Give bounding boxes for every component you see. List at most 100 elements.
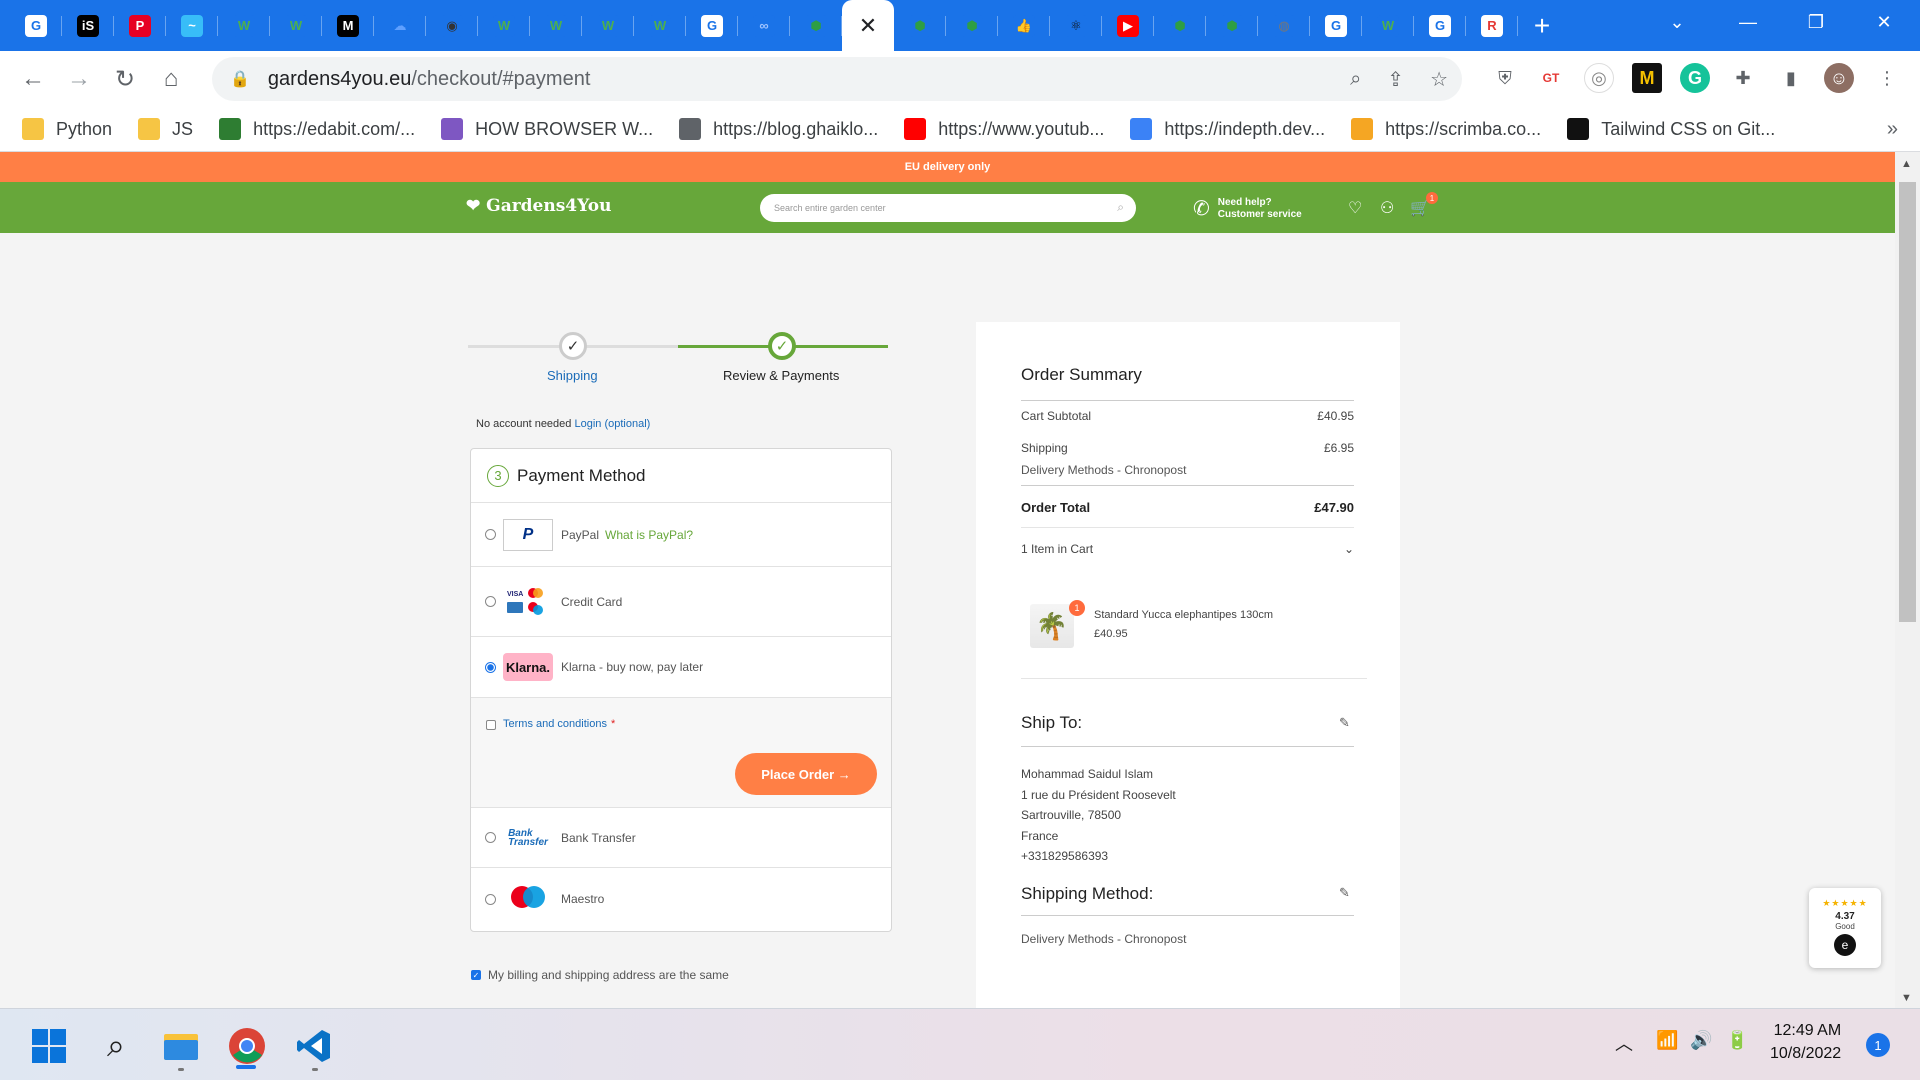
browser-tab[interactable]: ⬢ [1206, 0, 1258, 51]
scrollbar-thumb[interactable] [1899, 182, 1916, 622]
payment-option-credit-card[interactable]: VISA Credit Card [471, 567, 891, 637]
site-logo[interactable]: ❤ Gardens4You [466, 196, 611, 216]
extensions-puzzle-icon[interactable]: ✚ [1728, 63, 1758, 93]
browser-tab[interactable]: ⬢ [1154, 0, 1206, 51]
terms-link[interactable]: Terms and conditions [503, 718, 607, 730]
vscode-icon[interactable] [292, 1024, 336, 1068]
payment-option-klarna[interactable]: Klarna. Klarna - buy now, pay later [471, 637, 891, 698]
grammarly-icon[interactable]: G [1680, 63, 1710, 93]
bookmark-item[interactable]: https://indepth.dev... [1130, 118, 1325, 140]
system-clock[interactable]: 12:49 AM 10/8/2022 [1770, 1019, 1841, 1065]
close-tab-icon[interactable]: ✕ [859, 13, 877, 39]
browser-tab[interactable]: W [218, 0, 270, 51]
bookmark-item[interactable]: https://scrimba.co... [1351, 118, 1541, 140]
payment-option-bank-transfer[interactable]: Bank Transfer Bank Transfer [471, 808, 891, 868]
wishlist-heart-icon[interactable]: ♡ [1348, 198, 1362, 218]
notification-badge[interactable]: 1 [1866, 1033, 1890, 1057]
items-in-cart-toggle[interactable]: 1 Item in Cart ⌄ [1021, 542, 1354, 556]
browser-tab[interactable]: iS [62, 0, 114, 51]
bookmark-item[interactable]: https://blog.ghaiklo... [679, 118, 878, 140]
customer-service-link[interactable]: ✆ Need help? Customer service [1193, 196, 1302, 221]
forward-icon[interactable]: → [56, 56, 102, 102]
profile-avatar[interactable]: ☺ [1824, 63, 1854, 93]
browser-tab[interactable]: G [10, 0, 62, 51]
shield-extension-icon[interactable]: ⛨ [1490, 63, 1520, 93]
browser-tab[interactable]: ⬢ [894, 0, 946, 51]
browser-tab[interactable]: ◍ [1258, 0, 1310, 51]
chevron-down-icon[interactable]: ⌄ [1344, 542, 1354, 556]
trust-rating-badge[interactable]: ★★★★★ 4.37 Good e [1809, 888, 1881, 968]
battery-icon[interactable]: 🔋 [1726, 1030, 1748, 1051]
translate-extension-icon[interactable]: GT [1536, 63, 1566, 93]
site-search-input[interactable]: Search entire garden center ⌕ [760, 194, 1136, 222]
star-icon[interactable]: ☆ [1430, 67, 1448, 92]
paypal-radio[interactable] [485, 529, 496, 540]
browser-tab[interactable]: G [1414, 0, 1466, 51]
volume-icon[interactable]: 🔊 [1690, 1030, 1712, 1051]
url-text[interactable]: gardens4you.eu/checkout/#payment [268, 68, 590, 91]
edit-ship-to-pencil-icon[interactable]: ✎ [1339, 715, 1350, 731]
scroll-up-arrow-icon[interactable]: ▲ [1901, 158, 1912, 170]
shipping-step-check-icon[interactable]: ✓ [559, 332, 587, 360]
klarna-radio[interactable] [485, 661, 496, 673]
restore-button[interactable]: ❐ [1782, 0, 1850, 45]
bookmark-item[interactable]: JS [138, 118, 193, 140]
edit-shipping-method-pencil-icon[interactable]: ✎ [1339, 885, 1350, 901]
target-extension-icon[interactable]: ◎ [1584, 63, 1614, 93]
browser-tab[interactable]: ◉ [426, 0, 478, 51]
what-is-paypal-link[interactable]: What is PayPal? [605, 528, 693, 542]
omnibox[interactable]: 🔒 gardens4you.eu/checkout/#payment ⌕ ⇪ ☆ [212, 57, 1462, 101]
browser-tab[interactable]: 👍 [998, 0, 1050, 51]
browser-tab[interactable]: W [1362, 0, 1414, 51]
terms-checkbox[interactable] [486, 720, 496, 730]
windows-start-icon[interactable] [27, 1024, 71, 1068]
bookmark-item[interactable]: HOW BROWSER W... [441, 118, 653, 140]
browser-tab[interactable]: W [478, 0, 530, 51]
step-shipping-link[interactable]: Shipping [547, 368, 598, 383]
browser-tab[interactable]: ☁ [374, 0, 426, 51]
account-user-icon[interactable]: ⚇ [1380, 198, 1394, 218]
menu-kebab-icon[interactable]: ⋮ [1872, 63, 1902, 93]
home-icon[interactable]: ⌂ [148, 56, 194, 102]
minimize-button[interactable]: — [1714, 0, 1782, 45]
browser-tab[interactable]: ⚛ [1050, 0, 1102, 51]
search-icon[interactable]: ⌕ [94, 1024, 138, 1068]
bank-transfer-radio[interactable] [485, 832, 496, 843]
browser-tab[interactable]: W [530, 0, 582, 51]
maestro-radio[interactable] [485, 893, 496, 905]
reload-icon[interactable]: ↻ [102, 56, 148, 102]
browser-tab[interactable]: W [270, 0, 322, 51]
back-icon[interactable]: ← [10, 56, 56, 102]
login-link[interactable]: Login [574, 418, 601, 430]
wifi-icon[interactable]: 📶 [1656, 1030, 1678, 1051]
browser-tab[interactable]: ▶ [1102, 0, 1154, 51]
bookmark-item[interactable]: Python [22, 118, 112, 140]
page-scrollbar[interactable]: ▲ ▼ [1895, 152, 1920, 1008]
place-order-button[interactable]: Place Order → [735, 753, 877, 795]
chrome-icon[interactable] [225, 1024, 269, 1068]
browser-tab[interactable]: ~ [166, 0, 218, 51]
payment-option-maestro[interactable]: Maestro [471, 868, 891, 930]
new-tab-button[interactable]: + [1518, 0, 1566, 51]
payment-option-paypal[interactable]: P PayPal What is PayPal? [471, 503, 891, 567]
file-explorer-icon[interactable] [159, 1024, 203, 1068]
close-window-button[interactable]: ✕ [1850, 0, 1918, 45]
bookmarks-overflow-icon[interactable]: » [1887, 118, 1898, 141]
browser-tab[interactable]: ∞ [738, 0, 790, 51]
bookmark-item[interactable]: https://edabit.com/... [219, 118, 415, 140]
billing-same-checkbox[interactable]: ✓ [471, 970, 481, 980]
scroll-down-arrow-icon[interactable]: ▼ [1901, 992, 1912, 1004]
bookmark-item[interactable]: https://www.youtub... [904, 118, 1104, 140]
browser-tab[interactable]: G [1310, 0, 1362, 51]
browser-tab[interactable]: ⬢ [946, 0, 998, 51]
browser-tab[interactable]: W [634, 0, 686, 51]
side-panel-icon[interactable]: ▮ [1776, 63, 1806, 93]
zoom-icon[interactable]: ⌕ [1350, 68, 1361, 91]
browser-tab[interactable]: M [322, 0, 374, 51]
lock-icon[interactable]: 🔒 [230, 69, 250, 89]
browser-tab-active[interactable]: ✕ [842, 0, 894, 51]
browser-tab[interactable]: W [582, 0, 634, 51]
browser-tab[interactable]: P [114, 0, 166, 51]
m-extension-icon[interactable]: M [1632, 63, 1662, 93]
browser-tab[interactable]: ⬢ [790, 0, 842, 51]
